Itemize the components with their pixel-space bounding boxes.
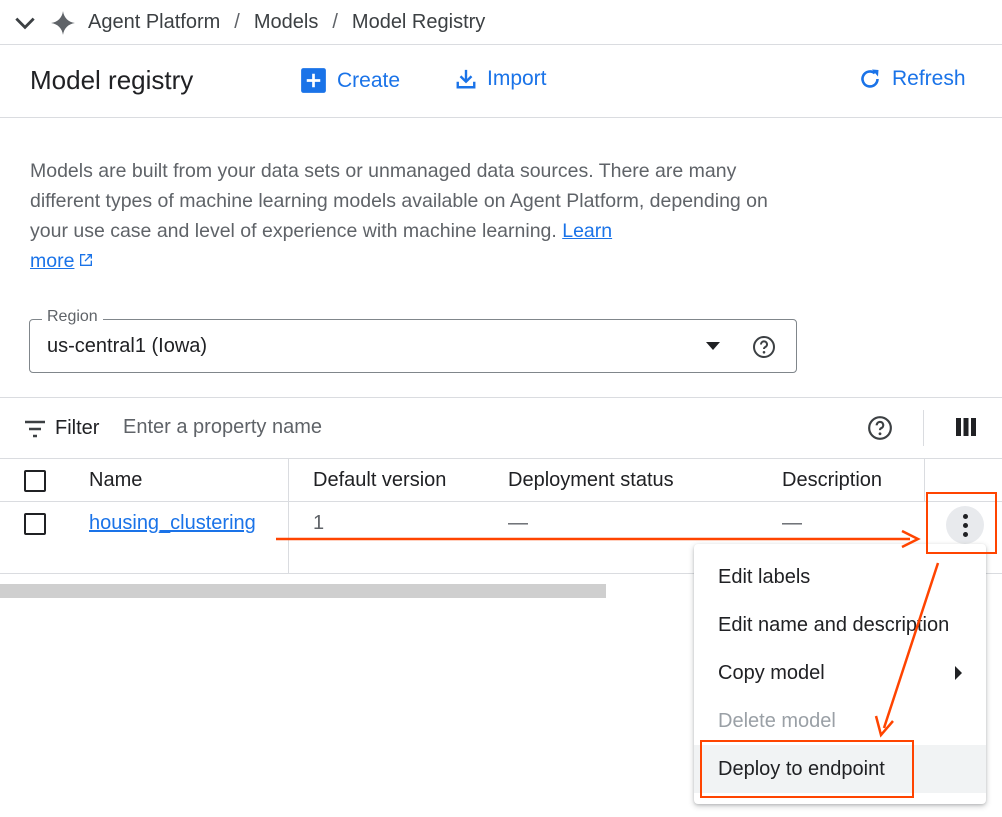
default-version-cell: 1 xyxy=(313,512,325,534)
dropdown-arrow-icon xyxy=(706,342,720,350)
learn-more-link[interactable]: more xyxy=(30,250,74,272)
menu-item-edit-name-and-description[interactable]: Edit name and description xyxy=(694,601,986,649)
menu-item-label: Edit name and description xyxy=(718,613,950,636)
filter-icon xyxy=(25,420,45,438)
more-vert-icon[interactable] xyxy=(946,506,984,544)
import-button[interactable]: Import xyxy=(455,67,547,91)
deployment-status-cell: — xyxy=(508,512,528,534)
breadcrumb-agent-platform[interactable]: Agent Platform xyxy=(88,11,220,33)
submenu-arrow-icon xyxy=(955,666,962,680)
learn-more-link[interactable]: Learn xyxy=(562,220,612,242)
region-label: Region xyxy=(42,308,103,326)
menu-item-label: Copy model xyxy=(718,661,825,684)
chevron-down-icon[interactable] xyxy=(12,10,38,36)
refresh-button[interactable]: Refresh xyxy=(858,67,966,91)
refresh-label: Refresh xyxy=(892,67,966,90)
download-icon xyxy=(456,69,476,89)
row-actions-menu: Edit labels Edit name and description Co… xyxy=(694,544,986,804)
select-all-checkbox[interactable] xyxy=(24,470,46,492)
menu-item-label: Delete model xyxy=(718,709,836,732)
row-checkbox[interactable] xyxy=(24,513,46,535)
horizontal-scrollbar[interactable] xyxy=(0,584,606,598)
breadcrumb-separator: / xyxy=(332,11,338,33)
learn-more-link-text: more xyxy=(30,250,75,272)
column-header-name[interactable]: Name xyxy=(89,469,142,492)
breadcrumb-models[interactable]: Models xyxy=(254,11,318,33)
menu-item-delete-model: Delete model xyxy=(694,697,986,745)
create-button[interactable]: Create xyxy=(300,67,400,94)
column-header-deployment-status[interactable]: Deployment status xyxy=(508,469,674,492)
learn-more-link-text: Learn xyxy=(562,220,613,242)
filter-bar: Filter xyxy=(0,397,1002,459)
description-text: Models are built from your data sets or … xyxy=(30,160,768,242)
add-box-icon xyxy=(301,68,326,93)
columns-icon[interactable] xyxy=(956,418,976,436)
create-label: Create xyxy=(337,68,401,92)
menu-item-edit-labels[interactable]: Edit labels xyxy=(694,553,986,601)
refresh-icon xyxy=(861,69,879,88)
breadcrumb-bar: Agent Platform / Models / Model Registry xyxy=(0,0,1002,45)
menu-item-deploy-to-endpoint[interactable]: Deploy to endpoint xyxy=(694,745,986,793)
region-value: us-central1 (Iowa) xyxy=(47,335,208,357)
table-header: Name Default version Deployment status D… xyxy=(0,459,1002,502)
breadcrumb-separator: / xyxy=(234,11,240,33)
description-cell: — xyxy=(782,512,802,534)
help-icon[interactable] xyxy=(867,415,893,441)
help-icon[interactable] xyxy=(752,335,776,359)
external-link-icon xyxy=(80,254,93,266)
column-divider xyxy=(288,459,289,502)
filter-label: Filter xyxy=(55,417,100,439)
column-divider xyxy=(924,459,925,502)
breadcrumb: Agent Platform / Models / Model Registry xyxy=(88,11,485,34)
menu-item-label: Deploy to endpoint xyxy=(718,757,885,780)
import-label: Import xyxy=(487,67,547,90)
column-header-default-version[interactable]: Default version xyxy=(313,469,446,492)
model-name-link[interactable]: housing_clustering xyxy=(89,512,256,535)
page-description: Models are built from your data sets or … xyxy=(30,156,800,276)
title-bar: Model registry Create Import Refresh xyxy=(0,45,1002,118)
breadcrumb-model-registry: Model Registry xyxy=(351,11,486,33)
menu-item-label: Edit labels xyxy=(718,565,811,588)
menu-item-copy-model[interactable]: Copy model xyxy=(694,649,986,697)
filter-input[interactable] xyxy=(123,416,643,439)
region-select[interactable]: Region us-central1 (Iowa) xyxy=(29,308,797,373)
column-header-description[interactable]: Description xyxy=(782,469,882,492)
page-title: Model registry xyxy=(30,65,194,95)
column-divider xyxy=(288,502,289,574)
sparkle-icon xyxy=(51,11,75,35)
divider xyxy=(923,410,924,446)
